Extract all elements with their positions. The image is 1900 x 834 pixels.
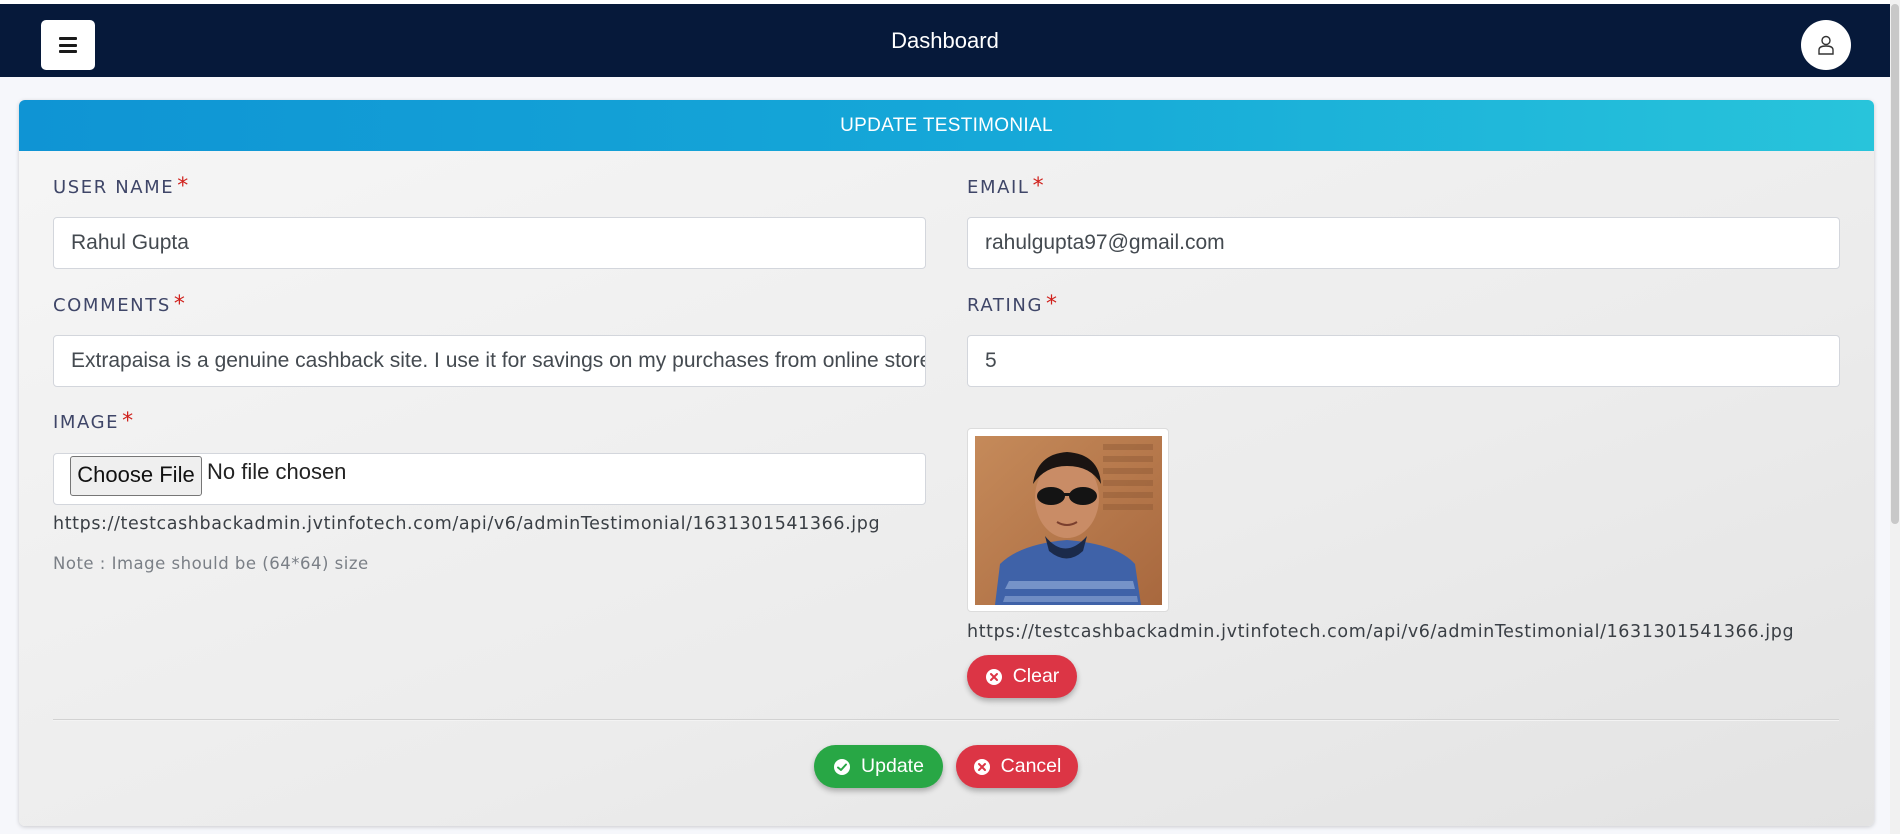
page-title: Dashboard <box>891 28 999 53</box>
vertical-scrollbar[interactable] <box>1890 0 1900 834</box>
email-input[interactable]: rahulgupta97@gmail.com <box>967 217 1840 269</box>
cancel-button-label: Cancel <box>1000 755 1062 777</box>
comments-label: COMMENTS * <box>53 292 186 317</box>
rating-input[interactable]: 5 <box>967 335 1840 387</box>
clear-button-label: Clear <box>1012 665 1060 687</box>
scrollbar-thumb[interactable] <box>1891 4 1899 524</box>
preview-url-text: https://testcashbackadmin.jvtinfotech.co… <box>967 622 1795 642</box>
email-label: EMAIL * <box>967 174 1045 199</box>
user-icon <box>1818 35 1834 55</box>
user-name-label: USER NAME * <box>53 174 190 199</box>
user-name-input[interactable]: Rahul Gupta <box>53 217 926 269</box>
rating-label-text: RATING <box>967 295 1044 316</box>
required-mark: * <box>177 174 190 199</box>
clear-button[interactable]: Clear <box>967 655 1077 698</box>
rating-label: RATING * <box>967 292 1059 317</box>
file-status-text: No file chosen <box>207 459 347 484</box>
form-divider <box>53 719 1839 721</box>
required-mark: * <box>173 292 187 317</box>
required-mark: * <box>1046 292 1059 317</box>
update-button-label: Update <box>861 755 924 777</box>
testimonial-photo <box>975 436 1162 605</box>
close-circle-icon <box>985 668 1002 685</box>
image-size-note: Note : Image should be (64*64) size <box>53 554 369 573</box>
top-navbar: Dashboard <box>0 4 1890 77</box>
user-name-label-text: USER NAME <box>53 177 175 198</box>
image-preview-frame <box>967 428 1169 612</box>
email-label-text: EMAIL <box>967 177 1030 198</box>
user-profile-button[interactable] <box>1801 20 1851 70</box>
required-mark: * <box>1032 174 1046 199</box>
check-circle-icon <box>834 758 851 775</box>
comments-input[interactable]: Extrapaisa is a genuine cashback site. I… <box>53 335 926 387</box>
card-header: UPDATE TESTIMONIAL <box>19 100 1874 151</box>
image-label: IMAGE * <box>53 409 135 434</box>
update-button[interactable]: Update <box>814 745 943 788</box>
close-circle-icon <box>973 758 990 775</box>
required-mark: * <box>122 409 135 434</box>
comments-label-text: COMMENTS <box>53 295 171 316</box>
cancel-button[interactable]: Cancel <box>956 745 1078 788</box>
image-url-text: https://testcashbackadmin.jvtinfotech.co… <box>53 514 881 534</box>
choose-file-button[interactable]: Choose File <box>70 456 202 496</box>
image-label-text: IMAGE <box>53 412 120 433</box>
